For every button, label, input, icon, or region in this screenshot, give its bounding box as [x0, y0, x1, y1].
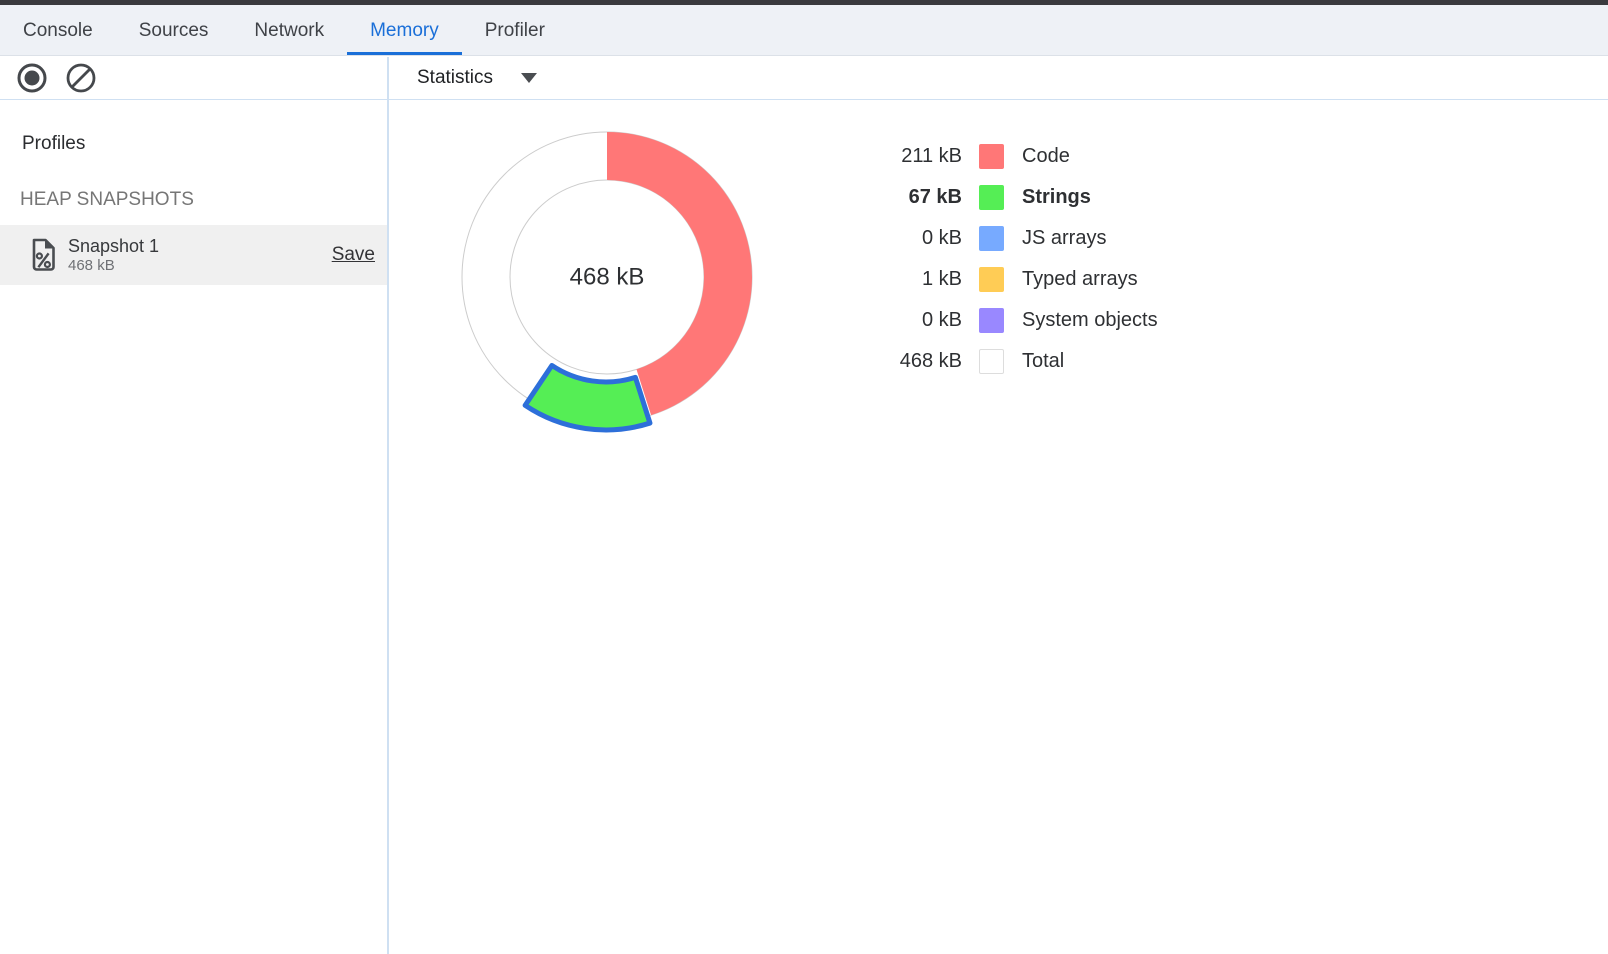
clear-profiles-button[interactable] [65, 62, 97, 94]
legend-label: JS arrays [1022, 227, 1106, 250]
caret-down-icon [521, 73, 537, 83]
tab-sources[interactable]: Sources [116, 5, 232, 55]
snapshot-list-item[interactable]: Snapshot 1 468 kB Save [0, 225, 387, 285]
legend-value: 468 kB [842, 350, 962, 373]
legend-row-js-arrays[interactable]: 0 kB JS arrays [842, 218, 1158, 259]
legend-swatch-js-arrays [979, 226, 1004, 251]
legend-swatch-total [979, 349, 1004, 374]
legend-row-code[interactable]: 211 kB Code [842, 136, 1158, 177]
legend-row-total[interactable]: 468 kB Total [842, 341, 1158, 382]
legend-label: Typed arrays [1022, 268, 1138, 291]
legend-swatch-typed-arrays [979, 267, 1004, 292]
legend-label: Total [1022, 350, 1064, 373]
toolbar-right: Statistics [391, 57, 1608, 99]
legend-value: 0 kB [842, 309, 962, 332]
pie-chart-legend: 211 kB Code 67 kB Strings 0 kB JS arrays 1 kB T… [842, 136, 1158, 382]
devtools-window: Console Sources Network Memory Profiler [0, 0, 1608, 954]
heap-statistics-pie-chart: 468 kB [442, 112, 772, 442]
legend-label: Strings [1022, 186, 1091, 209]
perspective-dropdown[interactable]: Statistics [417, 67, 537, 89]
pie-chart-svg: 468 kB [442, 112, 772, 442]
profiles-heading: Profiles [22, 133, 85, 155]
legend-swatch-strings [979, 185, 1004, 210]
tab-network[interactable]: Network [231, 5, 347, 55]
legend-swatch-code [979, 144, 1004, 169]
save-snapshot-link[interactable]: Save [332, 244, 375, 266]
memory-toolbar: Statistics [0, 57, 1608, 100]
tab-profiler[interactable]: Profiler [462, 5, 568, 55]
record-icon [16, 62, 48, 94]
perspective-dropdown-label: Statistics [417, 67, 493, 89]
pie-center-total-label: 468 kB [570, 264, 645, 291]
legend-swatch-system-objects [979, 308, 1004, 333]
snapshot-text: Snapshot 1 468 kB [68, 235, 159, 275]
legend-value: 67 kB [842, 186, 962, 209]
tab-console[interactable]: Console [0, 5, 116, 55]
legend-value: 1 kB [842, 268, 962, 291]
heap-snapshot-file-icon [30, 238, 57, 272]
panel-tab-bar: Console Sources Network Memory Profiler [0, 5, 1608, 56]
record-heap-snapshot-button[interactable] [16, 62, 48, 94]
legend-label: System objects [1022, 309, 1158, 332]
legend-label: Code [1022, 145, 1070, 168]
legend-row-strings[interactable]: 67 kB Strings [842, 177, 1158, 218]
legend-row-system-objects[interactable]: 0 kB System objects [842, 300, 1158, 341]
statistics-view: 468 kB 211 kB Code 67 kB Strings 0 kB JS arra… [391, 100, 1608, 954]
profiles-sidebar: Profiles HEAP SNAPSHOTS Snapshot 1 468 k… [0, 100, 389, 954]
legend-value: 211 kB [842, 145, 962, 168]
snapshot-title: Snapshot 1 [68, 235, 159, 257]
tab-memory[interactable]: Memory [347, 5, 462, 55]
heap-snapshots-section-heading: HEAP SNAPSHOTS [20, 189, 194, 211]
toolbar-left [0, 57, 389, 99]
clear-icon [65, 62, 97, 94]
legend-row-typed-arrays[interactable]: 1 kB Typed arrays [842, 259, 1158, 300]
snapshot-size: 468 kB [68, 257, 159, 275]
legend-value: 0 kB [842, 227, 962, 250]
